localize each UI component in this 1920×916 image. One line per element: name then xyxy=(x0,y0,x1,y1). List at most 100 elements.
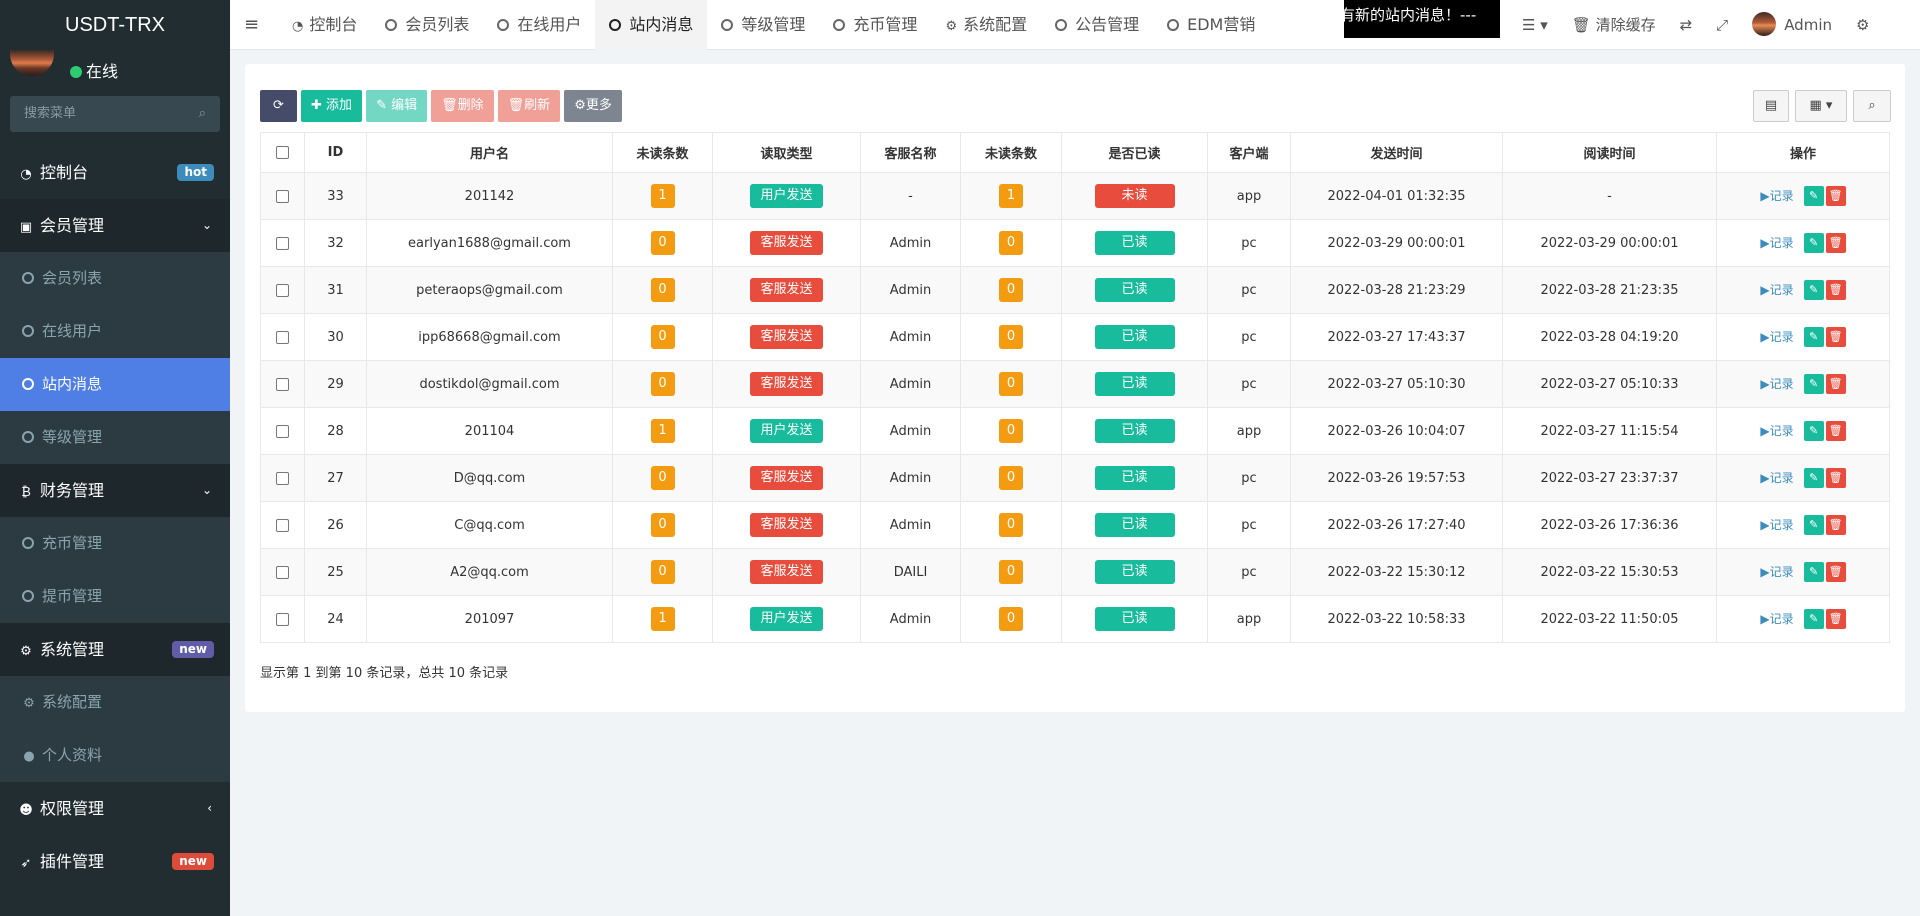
record-link[interactable]: ▶记录 xyxy=(1760,424,1793,438)
col-service-name[interactable]: 客服名称 xyxy=(860,132,961,173)
delete-icon[interactable]: 🗑 xyxy=(1825,609,1846,629)
col-username[interactable]: 用户名 xyxy=(366,132,613,173)
tab-online-users[interactable]: 在线用户 xyxy=(483,0,595,50)
row-select-cell[interactable] xyxy=(260,595,305,643)
sidebar-item-levels[interactable]: 等级管理 xyxy=(0,411,230,464)
col-read-time[interactable]: 阅读时间 xyxy=(1502,132,1717,173)
columns-icon[interactable]: ▦ ▾ xyxy=(1795,90,1847,122)
search-icon[interactable]: ⌕ xyxy=(199,96,206,132)
table-row[interactable]: 26 C@qq.com 0 客服发送 Admin 0 已读 pc 2022-03-26 17:2… xyxy=(260,501,1890,549)
row-checkbox[interactable] xyxy=(276,518,289,532)
edit-icon[interactable]: ✎ xyxy=(1803,468,1824,488)
col-is-read[interactable]: 是否已读 xyxy=(1061,132,1208,173)
record-link[interactable]: ▶记录 xyxy=(1760,236,1793,250)
table-row[interactable]: 29 dostikdol@gmail.com 0 客服发送 Admin 0 已读 pc 2022… xyxy=(260,360,1890,408)
col-unread-count-2[interactable]: 未读条数 xyxy=(960,132,1062,173)
table-row[interactable]: 24 201097 1 用户发送 Admin 0 已读 app 2022-03-22 10:58… xyxy=(260,595,1890,643)
edit-icon[interactable]: ✎ xyxy=(1803,515,1824,535)
table-row[interactable]: 27 D@qq.com 0 客服发送 Admin 0 已读 pc 2022-03-26 19:5… xyxy=(260,454,1890,502)
row-select-cell[interactable] xyxy=(260,407,305,455)
row-checkbox[interactable] xyxy=(276,471,289,485)
sidebar-item-system-config[interactable]: ⚙ 系统配置 xyxy=(0,676,230,729)
row-select-cell[interactable] xyxy=(260,172,305,220)
delete-icon[interactable]: 🗑 xyxy=(1825,233,1846,253)
row-checkbox[interactable] xyxy=(276,612,289,626)
table-row[interactable]: 28 201104 1 用户发送 Admin 0 已读 app 2022-03-26 10:04… xyxy=(260,407,1890,455)
edit-icon[interactable]: ✎ xyxy=(1803,562,1824,582)
table-row[interactable]: 31 peteraops@gmail.com 0 客服发送 Admin 0 已读 pc 2022… xyxy=(260,266,1890,314)
sidebar-item-dashboard[interactable]: ◔ 控制台 hot xyxy=(0,146,230,199)
reload-button[interactable]: ⟳ xyxy=(260,90,297,122)
delete-icon[interactable]: 🗑 xyxy=(1825,186,1846,206)
row-checkbox[interactable] xyxy=(276,565,289,579)
sidebar-item-system[interactable]: ⚙ 系统管理 new xyxy=(0,623,230,676)
record-link[interactable]: ▶记录 xyxy=(1760,471,1793,485)
select-all-cell[interactable] xyxy=(260,132,305,173)
language-icon[interactable]: ⇄ xyxy=(1668,0,1705,50)
more-button[interactable]: ⚙更多 xyxy=(564,90,622,122)
sidebar-item-member-list[interactable]: 会员列表 xyxy=(0,252,230,305)
record-link[interactable]: ▶记录 xyxy=(1760,518,1793,532)
edit-icon[interactable]: ✎ xyxy=(1803,233,1824,253)
table-row[interactable]: 33 201142 1 用户发送 -1 未读 app 2022-04-01 01:32:35-… xyxy=(260,172,1890,220)
delete-icon[interactable]: 🗑 xyxy=(1825,421,1846,441)
tab-messages[interactable]: 站内消息 xyxy=(595,0,708,50)
table-row[interactable]: 30 ipp68668@gmail.com 0 客服发送 Admin 0 已读 pc 2022-… xyxy=(260,313,1890,361)
admin-menu[interactable]: Admin xyxy=(1740,0,1844,50)
sidebar-item-online-users[interactable]: 在线用户 xyxy=(0,305,230,358)
col-unread-count[interactable]: 未读条数 xyxy=(612,132,713,173)
edit-icon[interactable]: ✎ xyxy=(1803,280,1824,300)
table-row[interactable]: 32 earlyan1688@gmail.com 0 客服发送 Admin 0 已读 pc 20… xyxy=(260,219,1890,267)
col-send-time[interactable]: 发送时间 xyxy=(1290,132,1503,173)
tab-deposit[interactable]: 充币管理 xyxy=(819,0,931,50)
edit-icon[interactable]: ✎ xyxy=(1803,327,1824,347)
col-read-type[interactable]: 读取类型 xyxy=(712,132,861,173)
record-link[interactable]: ▶记录 xyxy=(1760,377,1793,391)
settings-icon[interactable]: ⚙ xyxy=(1844,0,1881,50)
row-checkbox[interactable] xyxy=(276,236,289,250)
sidebar-item-member[interactable]: ▣ 会员管理 ⌄ xyxy=(0,199,230,252)
row-select-cell[interactable] xyxy=(260,266,305,314)
delete-icon[interactable]: 🗑 xyxy=(1825,562,1846,582)
tab-edm[interactable]: EDM营销 xyxy=(1153,0,1269,50)
record-link[interactable]: ▶记录 xyxy=(1760,283,1793,297)
row-checkbox[interactable] xyxy=(276,377,289,391)
row-select-cell[interactable] xyxy=(260,219,305,267)
tab-announcements[interactable]: 公告管理 xyxy=(1041,0,1153,50)
tab-member-list[interactable]: 会员列表 xyxy=(371,0,483,50)
menu-search-input[interactable]: 搜索菜单 ⌕ xyxy=(10,96,220,132)
row-select-cell[interactable] xyxy=(260,454,305,502)
add-button[interactable]: ✚ 添加 xyxy=(301,90,363,122)
row-checkbox[interactable] xyxy=(276,424,289,438)
sidebar-item-withdraw[interactable]: 提币管理 xyxy=(0,570,230,623)
tab-system-config[interactable]: ⚙ 系统配置 xyxy=(931,0,1041,50)
new-message-marquee[interactable]: 有新的站内消息！--- xyxy=(1344,0,1500,38)
delete-icon[interactable]: 🗑 xyxy=(1825,468,1846,488)
edit-icon[interactable]: ✎ xyxy=(1803,609,1824,629)
table-row[interactable]: 25 A2@qq.com 0 客服发送 DAILI 0 已读 pc 2022-03-22 15:… xyxy=(260,548,1890,596)
export-icon[interactable]: ▤ xyxy=(1753,90,1789,122)
record-link[interactable]: ▶记录 xyxy=(1760,565,1793,579)
record-link[interactable]: ▶记录 xyxy=(1760,189,1793,203)
edit-icon[interactable]: ✎ xyxy=(1803,421,1824,441)
col-id[interactable]: ID xyxy=(304,132,367,173)
sidebar-item-finance[interactable]: ₿ 财务管理 ⌄ xyxy=(0,464,230,517)
record-link[interactable]: ▶记录 xyxy=(1760,612,1793,626)
edit-icon[interactable]: ✎ xyxy=(1803,186,1824,206)
delete-icon[interactable]: 🗑 xyxy=(1825,280,1846,300)
sidebar-item-plugin[interactable]: ➶ 插件管理 new xyxy=(0,835,230,888)
refresh-button[interactable]: 🗑刷新 xyxy=(497,90,561,122)
list-menu-icon[interactable]: ☰ ▾ xyxy=(1510,0,1560,50)
brand-logo[interactable]: USDT-TRX xyxy=(0,0,230,50)
sidebar-item-messages[interactable]: 站内消息 xyxy=(0,358,230,411)
delete-button[interactable]: 🗑删除 xyxy=(431,90,494,122)
menu-toggle-icon[interactable]: ≡ xyxy=(244,0,259,50)
row-select-cell[interactable] xyxy=(260,548,305,596)
fullscreen-icon[interactable]: ⤢ xyxy=(1704,0,1740,50)
tab-dashboard[interactable]: ◔ 控制台 xyxy=(278,0,371,50)
sidebar-item-permission[interactable]: ☻ 权限管理 ‹ xyxy=(0,782,230,835)
select-all-checkbox[interactable] xyxy=(276,146,289,159)
row-checkbox[interactable] xyxy=(276,283,289,297)
edit-button[interactable]: ✎ 编辑 xyxy=(366,90,428,122)
tab-levels[interactable]: 等级管理 xyxy=(707,0,819,50)
